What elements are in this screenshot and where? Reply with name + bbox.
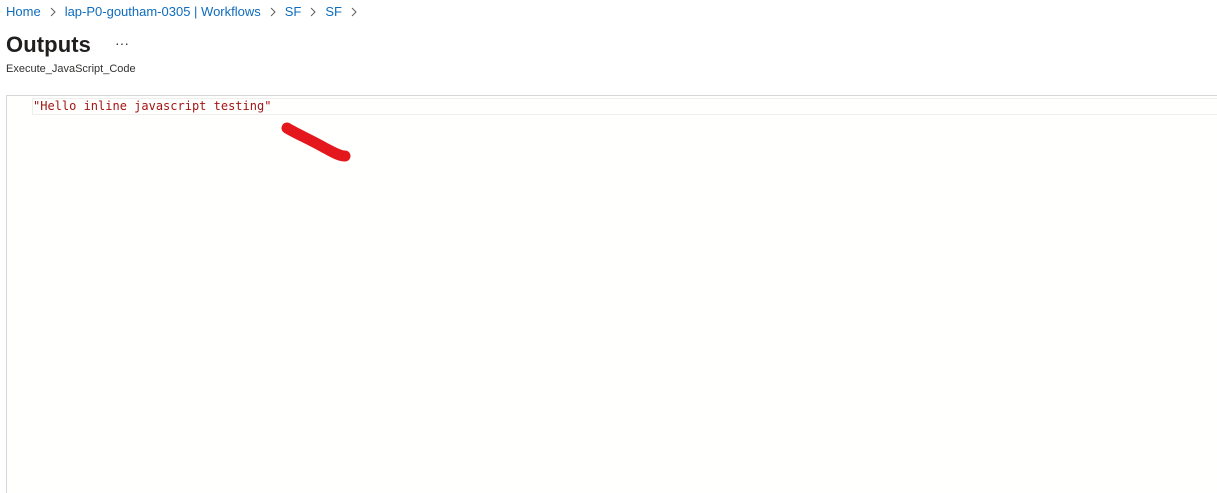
red-annotation-mark xyxy=(281,122,351,162)
output-code-editor[interactable]: "Hello inline javascript testing" xyxy=(6,95,1217,493)
chevron-right-icon xyxy=(309,3,317,21)
more-icon[interactable]: ··· xyxy=(113,34,131,52)
title-row: Outputs ··· xyxy=(6,31,131,59)
chevron-right-icon xyxy=(269,3,277,21)
breadcrumb-sf-run[interactable]: SF xyxy=(325,3,342,21)
breadcrumb-home[interactable]: Home xyxy=(6,3,41,21)
outputs-page: Home lap-P0-goutham-0305 | Workflows SF … xyxy=(0,0,1217,493)
breadcrumb: Home lap-P0-goutham-0305 | Workflows SF … xyxy=(6,3,366,21)
page-subtitle: Execute_JavaScript_Code xyxy=(6,63,136,75)
chevron-right-icon xyxy=(350,3,358,21)
breadcrumb-sf-workflow[interactable]: SF xyxy=(285,3,302,21)
breadcrumb-workflows[interactable]: lap-P0-goutham-0305 | Workflows xyxy=(65,3,261,21)
output-json-string[interactable]: "Hello inline javascript testing" xyxy=(33,98,271,115)
page-title: Outputs xyxy=(6,32,92,57)
chevron-right-icon xyxy=(49,3,57,21)
